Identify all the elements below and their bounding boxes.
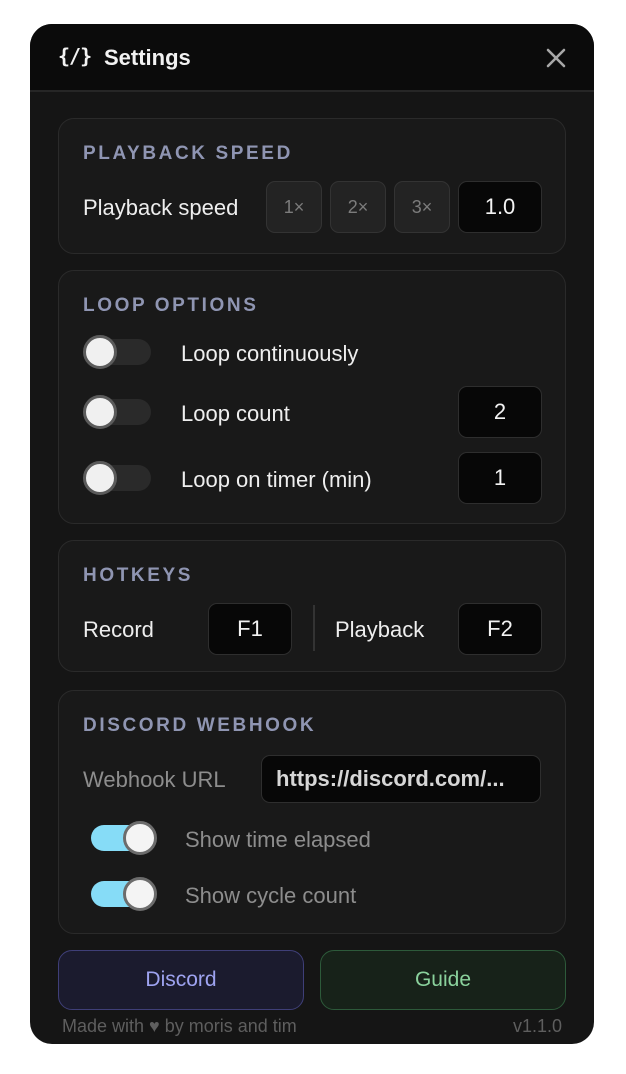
loop-options-heading: LOOP OPTIONS <box>83 295 259 316</box>
speed-2x-button[interactable]: 2× <box>330 181 386 233</box>
playback-hotkey-input[interactable]: F2 <box>458 603 542 655</box>
playback-speed-input[interactable]: 1.0 <box>458 181 542 233</box>
settings-window: {/} Settings PLAYBACK SPEED Playback spe… <box>30 24 594 1044</box>
guide-button[interactable]: Guide <box>320 950 566 1010</box>
toggle-knob <box>123 877 157 911</box>
discord-webhook-heading: DISCORD WEBHOOK <box>83 715 317 736</box>
loop-timer-toggle[interactable] <box>83 461 155 495</box>
playback-speed-heading: PLAYBACK SPEED <box>83 143 293 164</box>
playback-hotkey-label: Playback <box>335 617 425 642</box>
record-hotkey-input[interactable]: F1 <box>208 603 292 655</box>
toggle-knob <box>83 395 117 429</box>
discord-webhook-card: DISCORD WEBHOOK Webhook URL https://disc… <box>58 690 566 934</box>
loop-timer-input[interactable]: 1 <box>458 452 542 504</box>
title-bar: {/} Settings <box>30 24 594 92</box>
webhook-url-label: Webhook URL <box>83 767 226 792</box>
show-time-elapsed-label: Show time elapsed <box>185 827 371 852</box>
show-cycle-count-label: Show cycle count <box>185 883 357 908</box>
hotkeys-card: HOTKEYS Record F1 Playback F2 <box>58 540 566 672</box>
loop-count-label: Loop count <box>181 401 290 426</box>
record-hotkey-label: Record <box>83 617 154 642</box>
loop-continuously-label: Loop continuously <box>181 341 359 366</box>
app-logo: {/} <box>58 44 92 68</box>
show-cycle-count-toggle[interactable] <box>87 877 159 911</box>
playback-speed-label: Playback speed <box>83 195 239 220</box>
loop-continuously-toggle[interactable] <box>83 335 155 369</box>
webhook-url-input[interactable]: https://discord.com/... <box>261 755 541 803</box>
close-icon[interactable] <box>542 44 570 72</box>
hotkeys-heading: HOTKEYS <box>83 565 194 586</box>
show-time-elapsed-toggle[interactable] <box>87 821 159 855</box>
version-label: v1.1.0 <box>512 1016 562 1036</box>
loop-count-toggle[interactable] <box>83 395 155 429</box>
loop-timer-label: Loop on timer (min) <box>181 467 372 492</box>
playback-speed-card: PLAYBACK SPEED Playback speed 1× 2× 3× 1… <box>58 118 566 254</box>
toggle-knob <box>83 335 117 369</box>
loop-options-card: LOOP OPTIONS Loop continuously Loop coun… <box>58 270 566 524</box>
hotkey-divider <box>313 605 315 651</box>
discord-button[interactable]: Discord <box>58 950 304 1010</box>
loop-count-input[interactable]: 2 <box>458 386 542 438</box>
speed-3x-button[interactable]: 3× <box>394 181 450 233</box>
footer-credit: Made with ♥ by moris and tim <box>62 1016 297 1036</box>
speed-1x-button[interactable]: 1× <box>266 181 322 233</box>
window-title: Settings <box>104 45 191 70</box>
toggle-knob <box>123 821 157 855</box>
toggle-knob <box>83 461 117 495</box>
